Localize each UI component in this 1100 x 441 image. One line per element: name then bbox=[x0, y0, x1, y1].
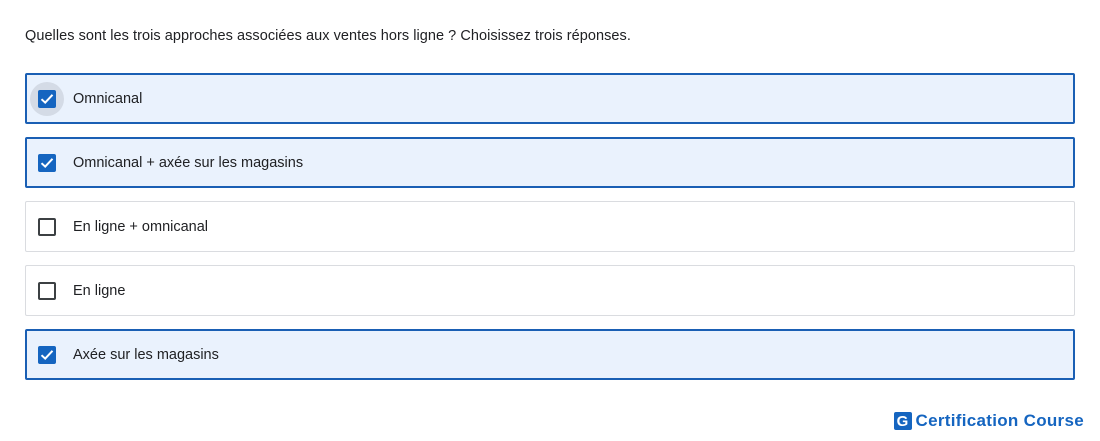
option-label: Omnicanal + axée sur les magasins bbox=[73, 154, 304, 171]
brand-text: Certification Course bbox=[915, 411, 1084, 430]
checkbox-unchecked-icon[interactable] bbox=[38, 217, 56, 236]
option-axee-magasins[interactable]: Axée sur les magasins bbox=[25, 329, 1075, 380]
option-label: Omnicanal bbox=[73, 90, 143, 107]
option-label: En ligne bbox=[73, 282, 126, 299]
brand-watermark: G Certification Course bbox=[893, 411, 1084, 431]
checkbox-wrapper[interactable] bbox=[38, 217, 56, 236]
checkbox-wrapper[interactable] bbox=[38, 153, 56, 172]
option-omnicanal[interactable]: Omnicanal bbox=[25, 73, 1075, 124]
checkbox-checked-icon[interactable] bbox=[38, 153, 56, 172]
brand-logo-icon: G bbox=[893, 412, 912, 430]
option-en-ligne[interactable]: En ligne bbox=[25, 265, 1075, 316]
checkbox-wrapper[interactable] bbox=[38, 345, 56, 364]
checkbox-wrapper[interactable] bbox=[38, 281, 56, 300]
checkbox-unchecked-icon[interactable] bbox=[38, 281, 56, 300]
option-label: En ligne + omnicanal bbox=[73, 218, 209, 235]
checkbox-wrapper[interactable] bbox=[30, 81, 64, 116]
option-omnicanal-axee-magasins[interactable]: Omnicanal + axée sur les magasins bbox=[25, 137, 1075, 188]
checkbox-checked-icon[interactable] bbox=[38, 89, 56, 108]
option-label: Axée sur les magasins bbox=[73, 346, 219, 363]
question-text: Quelles sont les trois approches associé… bbox=[25, 28, 631, 44]
answer-options-list: Omnicanal Omnicanal + axée sur les magas… bbox=[25, 73, 1075, 393]
option-en-ligne-omnicanal[interactable]: En ligne + omnicanal bbox=[25, 201, 1075, 252]
checkbox-checked-icon[interactable] bbox=[38, 345, 56, 364]
